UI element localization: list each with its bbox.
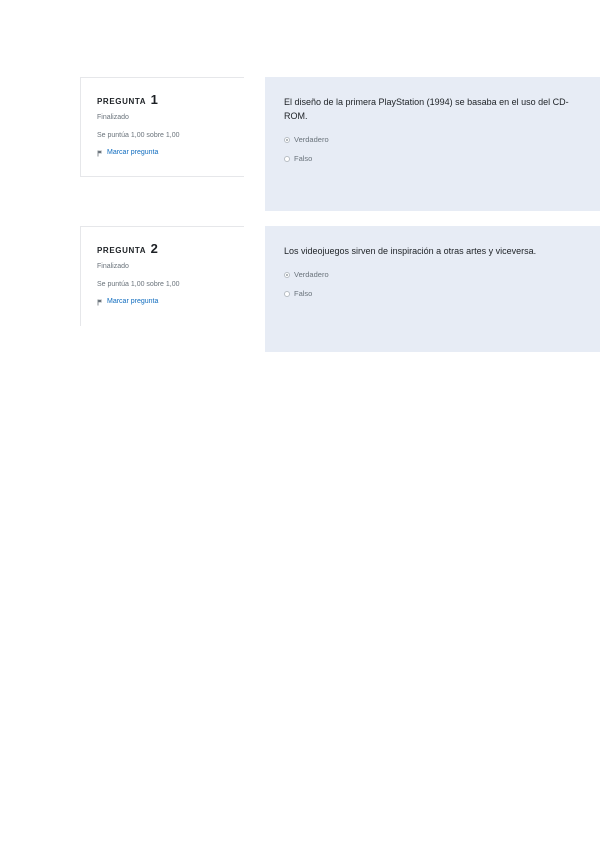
question-number: PREGUNTA 1 xyxy=(97,92,228,110)
answer-options: Verdadero Falso xyxy=(284,135,580,164)
question-text: El diseño de la primera PlayStation (199… xyxy=(284,97,569,121)
answer-option-verdadero[interactable]: Verdadero xyxy=(284,135,580,145)
answer-label: Verdadero xyxy=(294,135,329,144)
question-number-value: 2 xyxy=(150,241,158,256)
flag-question-link[interactable]: Marcar pregunta xyxy=(97,296,228,308)
question-label: PREGUNTA xyxy=(97,97,146,106)
question-info: PREGUNTA 1 Finalizado Se puntúa 1,00 sob… xyxy=(80,77,244,177)
flag-icon xyxy=(97,299,103,306)
question-grade: Se puntúa 1,00 sobre 1,00 xyxy=(97,132,180,139)
question-content: Los videojuegos sirven de inspiración a … xyxy=(265,226,600,352)
question-status: Finalizado xyxy=(97,263,129,270)
question-content: El diseño de la primera PlayStation (199… xyxy=(265,77,600,211)
answer-label: Falso xyxy=(294,289,313,298)
answer-label: Verdadero xyxy=(294,270,329,279)
flag-question-label: Marcar pregunta xyxy=(107,149,159,156)
flag-question-link[interactable]: Marcar pregunta xyxy=(97,147,228,159)
radio-button[interactable] xyxy=(284,291,290,297)
flag-icon xyxy=(97,150,103,157)
question-info: PREGUNTA 2 Finalizado Se puntúa 1,00 sob… xyxy=(80,226,244,326)
answer-options: Verdadero Falso xyxy=(284,270,580,299)
radio-button[interactable] xyxy=(284,156,290,162)
radio-button[interactable] xyxy=(284,137,290,143)
flag-question-label: Marcar pregunta xyxy=(107,298,159,305)
answer-label: Falso xyxy=(294,154,313,163)
question-2: PREGUNTA 2 Finalizado Se puntúa 1,00 sob… xyxy=(80,226,600,352)
question-number-value: 1 xyxy=(150,92,158,107)
question-text: Los videojuegos sirven de inspiración a … xyxy=(284,246,537,256)
answer-option-falso[interactable]: Falso xyxy=(284,154,580,164)
question-status: Finalizado xyxy=(97,114,129,121)
radio-button[interactable] xyxy=(284,272,290,278)
question-number: PREGUNTA 2 xyxy=(97,241,228,259)
answer-option-falso[interactable]: Falso xyxy=(284,289,580,299)
question-label: PREGUNTA xyxy=(97,246,146,255)
question-grade: Se puntúa 1,00 sobre 1,00 xyxy=(97,281,180,288)
answer-option-verdadero[interactable]: Verdadero xyxy=(284,270,580,280)
question-1: PREGUNTA 1 Finalizado Se puntúa 1,00 sob… xyxy=(80,77,600,211)
